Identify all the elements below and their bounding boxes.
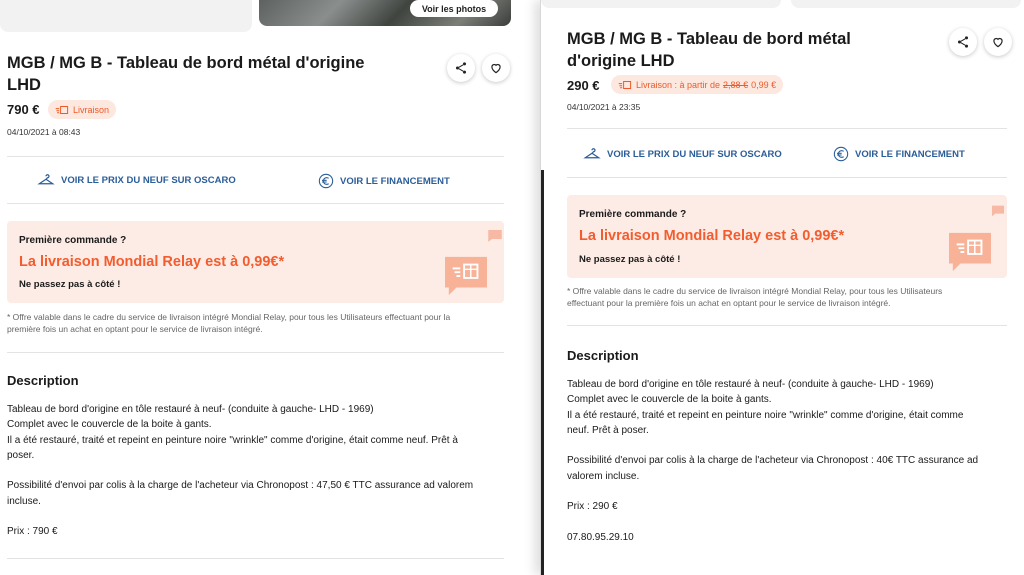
description-line: Il a été restauré, traité et repeint en …	[567, 409, 964, 421]
description-line: Tableau de bord d'origine en tôle restau…	[567, 379, 934, 390]
description-line: incluse.	[7, 495, 41, 507]
chat-box-icon	[488, 230, 502, 242]
divider	[567, 128, 1007, 129]
share-icon	[957, 36, 969, 48]
heart-icon	[491, 63, 501, 74]
description-line: Tableau de bord d'origine en tôle restau…	[7, 404, 374, 415]
promo-banner: Première commande ? La livraison Mondial…	[7, 221, 504, 303]
listing-date: 04/10/2021 à 23:35	[567, 102, 641, 112]
divider	[7, 156, 504, 157]
description-title: Description	[567, 348, 639, 363]
price-compare-link[interactable]: VOIR LE PRIX DU NEUF SUR OSCARO	[583, 147, 782, 161]
divider	[7, 558, 504, 559]
share-button[interactable]	[447, 54, 475, 82]
share-icon	[455, 62, 467, 74]
hanger-icon	[37, 174, 55, 185]
listing-title: MGB / MG B - Tableau de bord métal d'ori…	[567, 30, 851, 70]
euro-icon	[833, 146, 849, 162]
divider	[7, 352, 504, 353]
divider	[7, 203, 504, 204]
description-body: Tableau de bord d'origine en tôle restau…	[567, 377, 1017, 545]
description-line: valorem incluse.	[567, 470, 640, 482]
description-line: Possibilité d'envoi par colis à la charg…	[7, 480, 474, 492]
euro-icon	[318, 173, 334, 189]
favorite-button[interactable]	[482, 54, 510, 82]
description-line	[567, 484, 1017, 499]
promo-footnote: * Offre valable dans le cadre du service…	[567, 286, 943, 308]
description-line	[7, 509, 512, 524]
listing-panel-left: Voir les photos MGB / MG B - Tableau de …	[0, 0, 518, 575]
listing-panel-right: MGB / MG B - Tableau de bord métal d'ori…	[540, 0, 1024, 575]
promo-footnote: * Offre valable dans le cadre du service…	[7, 312, 451, 334]
description-line: neuf. Prêt à poser.	[567, 424, 649, 436]
price-compare-link[interactable]: VOIR LE PRIX DU NEUF SUR OSCARO	[37, 173, 236, 187]
description-line	[567, 438, 1017, 453]
share-button[interactable]	[949, 28, 977, 56]
delivery-box-icon	[55, 105, 69, 114]
delivery-chip: Livraison : à partir de 2,88 € 0,99 €	[611, 75, 784, 94]
phone-number: 07.80.95.29.10	[567, 531, 634, 543]
listing-price: 790 €	[7, 102, 40, 117]
description-title: Description	[7, 373, 79, 388]
favorite-button[interactable]	[984, 28, 1012, 56]
delivery-box-icon	[618, 80, 632, 89]
photo-thumbnail[interactable]	[541, 0, 781, 8]
chat-box-icon	[992, 205, 1004, 217]
listing-title: MGB / MG B - Tableau de bord métal d'ori…	[7, 54, 365, 94]
description-line: Complet avec le couvercle de la boite à …	[7, 419, 212, 431]
photo-main[interactable]	[791, 0, 1021, 8]
delivery-box-icon	[445, 256, 487, 296]
heart-icon	[993, 37, 1003, 48]
description-line	[567, 515, 1017, 530]
divider	[567, 177, 1007, 178]
divider	[567, 325, 1007, 326]
description-line: Il a été restauré, traité et repeint en …	[7, 434, 458, 446]
listing-date: 04/10/2021 à 08:43	[7, 127, 81, 137]
financing-link[interactable]: VOIR LE FINANCEMENT	[318, 173, 450, 189]
view-photos-button[interactable]: Voir les photos	[410, 0, 498, 17]
photo-thumbnail[interactable]	[0, 0, 252, 32]
financing-link[interactable]: VOIR LE FINANCEMENT	[833, 146, 965, 162]
description-line: poser.	[7, 449, 35, 461]
description-body: Tableau de bord d'origine en tôle restau…	[7, 402, 512, 540]
delivery-box-icon	[949, 232, 991, 272]
listing-price: 290 €	[567, 78, 600, 93]
description-line: Complet avec le couvercle de la boite à …	[567, 394, 772, 406]
hanger-icon	[583, 148, 601, 159]
promo-banner: Première commande ? La livraison Mondial…	[567, 195, 1007, 278]
description-line: Prix : 290 €	[567, 501, 618, 513]
description-line: Prix : 790 €	[7, 526, 58, 538]
description-line	[7, 463, 512, 478]
description-line: Possibilité d'envoi par colis à la charg…	[567, 455, 979, 467]
delivery-chip: Livraison	[48, 100, 117, 119]
